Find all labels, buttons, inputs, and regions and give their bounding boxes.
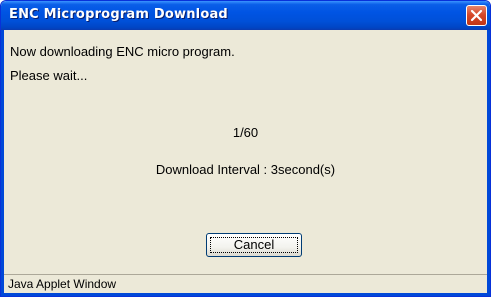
- status-bar: Java Applet Window: [4, 274, 487, 293]
- cancel-button[interactable]: Cancel: [206, 233, 302, 257]
- applet-warning-text: Java Applet Window: [8, 277, 117, 291]
- download-interval-text: Download Interval : 3second(s): [155, 162, 336, 177]
- progress-counter: 1/60: [232, 125, 259, 140]
- download-message: Now downloading ENC micro program.: [10, 44, 235, 59]
- window-title: ENC Microprogram Download: [9, 7, 228, 22]
- dialog-content: Now downloading ENC micro program. Pleas…: [4, 30, 487, 293]
- close-button[interactable]: [466, 5, 487, 26]
- close-icon: [470, 9, 483, 22]
- wait-message: Please wait...: [10, 68, 88, 83]
- window-frame-bottom: [1, 293, 490, 296]
- window-frame-right: [487, 30, 490, 296]
- dialog-window: ENC Microprogram Download Now downloadin…: [0, 0, 491, 297]
- cancel-button-label: Cancel: [233, 237, 275, 252]
- title-bar[interactable]: ENC Microprogram Download: [1, 1, 490, 30]
